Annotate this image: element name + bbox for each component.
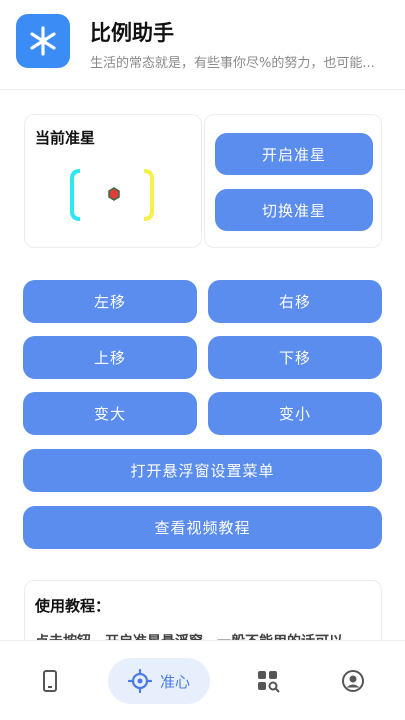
grid-search-icon — [258, 671, 280, 693]
move-left-button[interactable]: 左移 — [23, 280, 197, 323]
app-subtitle: 生活的常态就是，有些事你尽%的努力，也可能... — [90, 56, 375, 71]
bigger-button[interactable]: 变大 — [23, 392, 197, 435]
tools-tab[interactable] — [248, 658, 288, 704]
right-bracket — [143, 169, 154, 221]
bottom-tab-bar: 准心 — [0, 640, 405, 720]
crosshair-preview — [70, 169, 154, 221]
crosshair-card: 当前准星 — [24, 114, 202, 248]
app-name: 比例助手 — [90, 21, 174, 45]
asterisk-logo-icon — [30, 26, 56, 56]
tutorial-title: 使用教程： — [35, 597, 111, 615]
crosshair-tab-label: 准心 — [159, 672, 190, 691]
enable-crosshair-button[interactable]: 开启准星 — [215, 133, 373, 175]
app-header: 比例助手 生活的常态就是，有些事你尽%的努力，也可能... — [0, 0, 405, 90]
target-icon — [127, 669, 152, 693]
profile-tab[interactable] — [333, 658, 373, 704]
crosshair-tab[interactable]: 准心 — [108, 658, 210, 704]
move-right-button[interactable]: 右移 — [208, 280, 382, 323]
user-icon — [342, 670, 364, 692]
controls-card: 开启准星 切换准星 — [204, 114, 382, 248]
phone-icon — [43, 670, 57, 692]
move-up-button[interactable]: 上移 — [23, 336, 197, 379]
app-logo — [16, 14, 70, 68]
left-bracket — [70, 169, 81, 221]
phone-tab[interactable] — [30, 658, 70, 704]
move-down-button[interactable]: 下移 — [208, 336, 382, 379]
smaller-button[interactable]: 变小 — [208, 392, 382, 435]
crosshair-title: 当前准星 — [35, 129, 96, 147]
switch-crosshair-button[interactable]: 切换准星 — [215, 189, 373, 231]
center-dot — [108, 187, 120, 201]
floating-menu-button[interactable]: 打开悬浮窗设置菜单 — [23, 449, 382, 492]
video-tutorial-button[interactable]: 查看视频教程 — [23, 506, 382, 549]
